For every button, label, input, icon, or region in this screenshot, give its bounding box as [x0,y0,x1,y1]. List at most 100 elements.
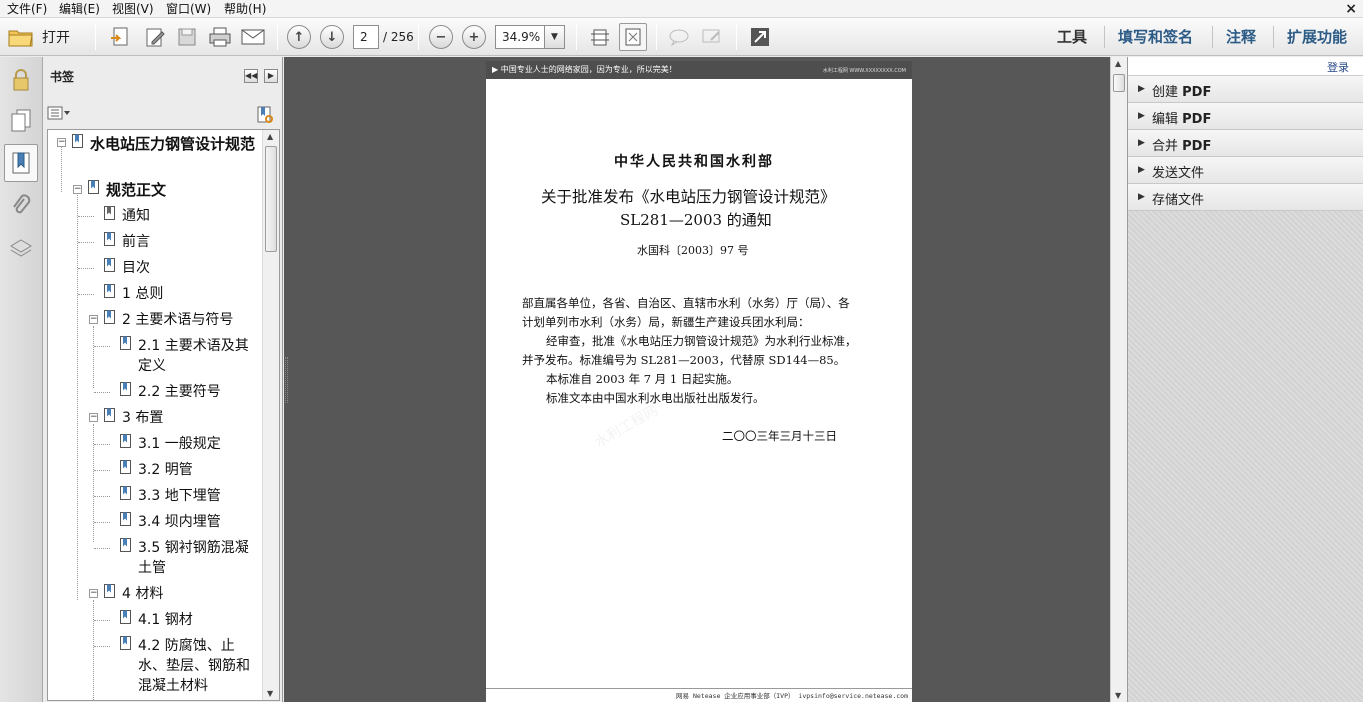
body-paragraph-line: 本标准自 2003 年 7 月 1 日起实施。 [546,372,739,386]
bookmark-item[interactable]: 前言 [122,232,150,252]
tools-tab[interactable]: 工具 [1057,26,1087,48]
fit-width-icon [591,29,609,46]
printer-icon [209,27,231,47]
next-page-button[interactable]: ↓ [319,23,345,51]
zoom-out-button[interactable]: − [428,23,454,51]
bookmark-icon [120,538,131,552]
bookmark-item[interactable]: 3.5 钢衬钢筋混凝土管 [138,538,262,578]
envelope-icon [241,29,265,45]
page-arrow-icon [111,27,128,46]
zoom-dropdown-button[interactable]: ▼ [545,25,565,49]
scrollbar-thumb[interactable] [1113,74,1125,92]
fit-window-button[interactable] [619,23,647,51]
comment-tab[interactable]: 注释 [1226,26,1256,48]
collapse-panel-button[interactable]: ◀◀ [244,69,258,83]
bookmark-item[interactable]: 3.4 坝内埋管 [138,512,221,532]
menu-bar: 文件(F) 编辑(E) 视图(V) 窗口(W) 帮助(H) × [0,0,1363,18]
bookmark-icon [120,636,131,650]
triangle-right-icon: ▶ [1138,84,1145,94]
comment-button[interactable] [666,23,692,51]
expand-toggle[interactable]: − [73,185,82,194]
bookmark-item[interactable]: 2.2 主要符号 [138,382,221,402]
fit-page-icon [625,28,641,46]
scroll-down-icon[interactable]: ▼ [1115,691,1121,700]
bookmark-item[interactable]: 3 布置 [122,408,163,428]
expand-toggle[interactable]: − [57,138,66,147]
bookmark-scrollbar[interactable]: ▲ ▼ [262,130,279,700]
security-panel-button[interactable] [4,61,38,99]
bookmark-item[interactable]: 1 总则 [122,284,163,304]
menu-help[interactable]: 帮助(H) [224,1,266,17]
fullscreen-button[interactable] [746,23,774,51]
speech-bubble-icon [669,29,689,47]
menu-window[interactable]: 窗口(W) [166,1,211,17]
scrollbar-thumb[interactable] [265,146,277,252]
create-pdf-item[interactable]: ▶ 创建 PDF [1128,76,1363,103]
bookmarks-panel-button[interactable] [4,144,38,182]
bookmark-icon [120,460,131,474]
highlight-button[interactable] [699,23,725,51]
triangle-right-icon: ▶ [1138,192,1145,202]
fit-page-button[interactable] [587,23,613,51]
layers-panel-button[interactable] [4,230,38,268]
save-to-cloud-button[interactable] [106,23,134,51]
bookmark-item[interactable]: 4.2 防腐蚀、止水、垫层、钢筋和混凝土材料 [138,636,262,696]
bookmark-item[interactable]: 通知 [122,206,150,226]
fill-sign-tab[interactable]: 填写和签名 [1118,26,1193,48]
zoom-in-button[interactable]: + [461,23,487,51]
expand-toggle[interactable]: − [89,589,98,598]
menu-file[interactable]: 文件(F) [7,1,47,17]
notice-title-line2: SL281—2003 的通知 [620,211,772,229]
login-link[interactable]: 登录 [1327,59,1349,75]
bookmark-item[interactable]: 4 材料 [122,584,163,604]
bookmark-item[interactable]: 3.1 一般规定 [138,434,221,454]
attachments-panel-button[interactable] [4,187,38,225]
navigation-pane-strip [0,57,43,702]
plus-icon: + [462,25,486,49]
paperclip-icon [13,194,31,214]
notice-title-line1: 关于批准发布《水电站压力钢管设计规范》 [541,188,836,206]
menu-edit[interactable]: 编辑(E) [59,1,100,17]
bookmark-item[interactable]: 4.1 钢材 [138,610,193,630]
bookmark-item[interactable]: 水电站压力钢管设计规范 [90,134,260,154]
expand-toggle[interactable]: − [89,315,98,324]
bookmark-item[interactable]: 2.1 主要术语及其定义 [138,336,262,376]
email-button[interactable] [239,23,267,51]
scroll-down-icon[interactable]: ▼ [267,689,273,698]
combine-pdf-item[interactable]: ▶ 合并 PDF [1128,130,1363,157]
save-button[interactable] [173,23,201,51]
bookmark-item[interactable]: 3.2 明管 [138,460,193,480]
menu-view[interactable]: 视图(V) [112,1,154,17]
panel-resize-handle[interactable] [285,357,288,403]
page-number-input[interactable]: 2 [353,25,379,49]
folder-icon [8,30,33,47]
print-button[interactable] [206,23,234,51]
document-scrollbar[interactable]: ▲ ▼ [1110,57,1127,702]
pane-item-label: 存储文件 [1152,193,1205,208]
open-button[interactable]: 打开 [8,23,80,51]
bookmark-options-button[interactable] [47,106,71,120]
options-list-icon [47,106,70,120]
expand-panel-button[interactable]: ▶ [264,69,278,83]
expand-icon [751,28,769,46]
send-file-item[interactable]: ▶ 发送文件 [1128,157,1363,184]
document-viewport[interactable]: ▶ 中国专业人士的网络家园，因为专业，所以完美！ 水利工程网 WWW.XXXXX… [284,57,1110,702]
edit-pdf-item[interactable]: ▶ 编辑 PDF [1128,103,1363,130]
store-file-item[interactable]: ▶ 存储文件 [1128,184,1363,211]
bookmark-icon [104,258,115,272]
previous-page-button[interactable]: ↑ [286,23,312,51]
extended-tab[interactable]: 扩展功能 [1287,26,1347,48]
bookmark-item[interactable]: 2 主要术语与符号 [122,310,233,330]
pages-panel-button[interactable] [4,101,38,139]
expand-toggle[interactable]: − [89,413,98,422]
scroll-up-icon[interactable]: ▲ [1115,59,1121,68]
edit-button[interactable] [141,23,169,51]
bookmark-item[interactable]: 规范正文 [106,180,166,200]
find-bookmark-button[interactable] [256,106,273,123]
close-document-button[interactable]: × [1345,0,1357,18]
bookmark-item[interactable]: 目次 [122,258,150,278]
scroll-up-icon[interactable]: ▲ [267,132,273,141]
zoom-level-field[interactable]: 34.9% [495,25,545,49]
main-toolbar: 打开 ↑ ↓ 2 / 256 − + 34.9% ▼ 工具 填写和签名 注释 扩… [0,18,1363,56]
bookmark-item[interactable]: 3.3 地下埋管 [138,486,221,506]
